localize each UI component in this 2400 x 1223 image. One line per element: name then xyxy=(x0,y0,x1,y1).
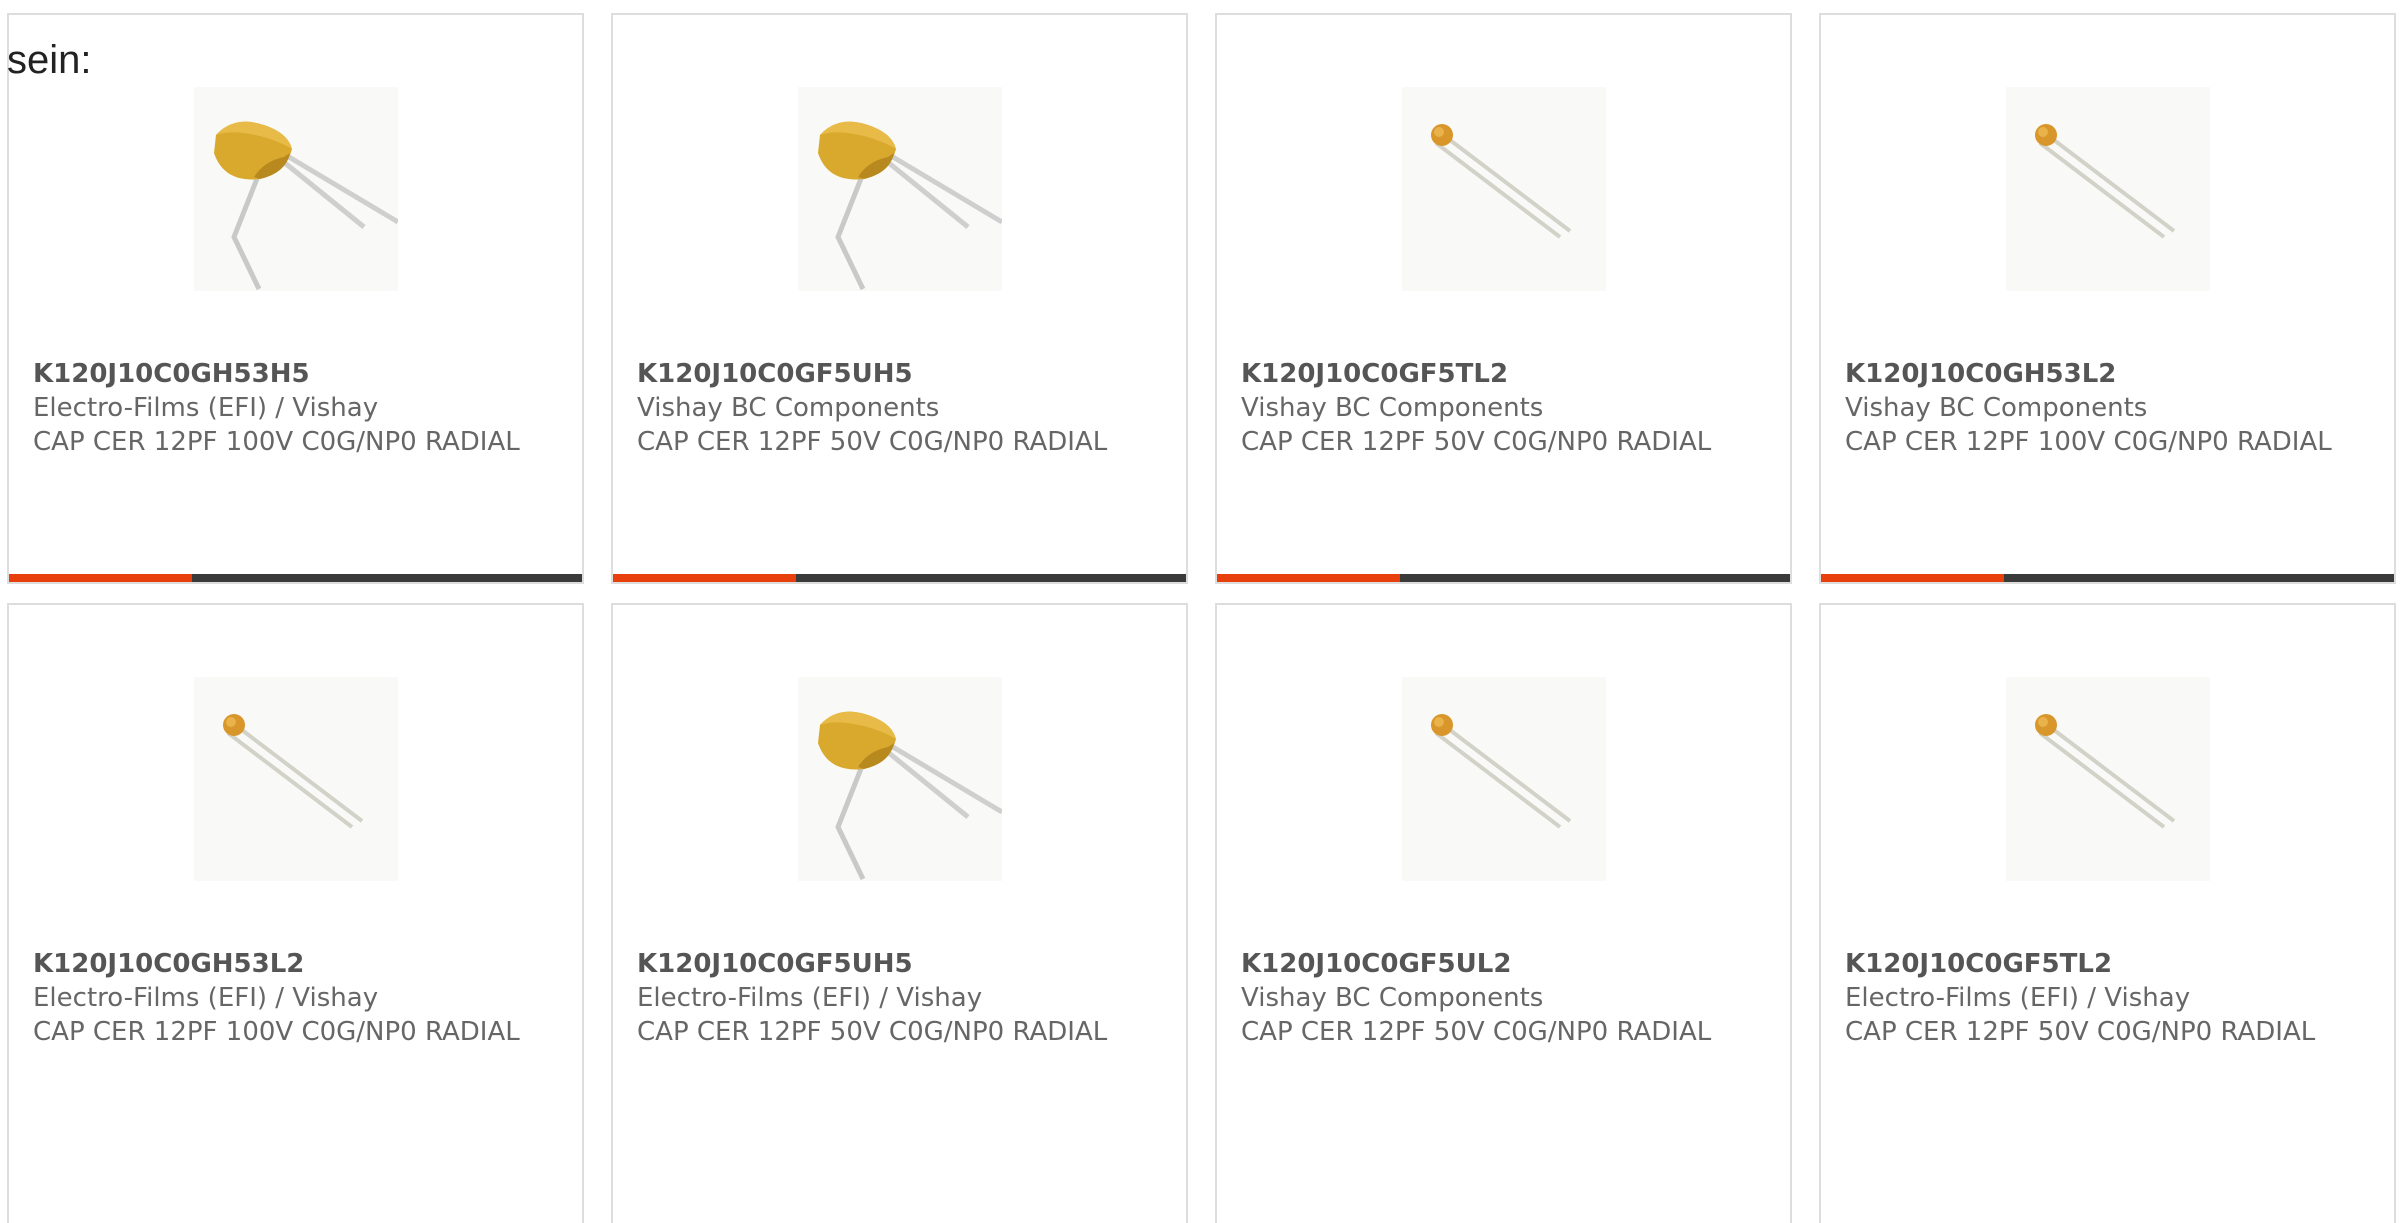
description: CAP CER 12PF 50V C0G/NP0 RADIAL xyxy=(637,1017,1108,1047)
product-info: K120J10C0GF5TL2 Electro-Films (EFI) / Vi… xyxy=(1845,947,2375,1049)
product-card[interactable]: K120J10C0GF5UH5 Electro-Films (EFI) / Vi… xyxy=(611,603,1188,1223)
progress-bar xyxy=(1821,574,2394,582)
progress-fill xyxy=(9,574,193,582)
description: CAP CER 12PF 100V C0G/NP0 RADIAL xyxy=(1845,427,2332,457)
product-info: K120J10C0GF5UL2 Vishay BC Components CAP… xyxy=(1241,947,1771,1049)
product-card[interactable]: K120J10C0GH53L2 Electro-Films (EFI) / Vi… xyxy=(7,603,584,1223)
manufacturer: Vishay BC Components xyxy=(1241,983,1544,1013)
description: CAP CER 12PF 50V C0G/NP0 RADIAL xyxy=(1845,1017,2316,1047)
product-card[interactable]: K120J10C0GF5TL2 Vishay BC Components CAP… xyxy=(1215,13,1792,584)
progress-bar xyxy=(1217,574,1790,582)
manufacturer: Vishay BC Components xyxy=(1845,393,2148,423)
manufacturer: Electro-Films (EFI) / Vishay xyxy=(33,983,379,1013)
part-number[interactable]: K120J10C0GF5UL2 xyxy=(1241,947,1771,981)
description: CAP CER 12PF 50V C0G/NP0 RADIAL xyxy=(637,427,1108,457)
product-info: K120J10C0GF5UH5 Electro-Films (EFI) / Vi… xyxy=(637,947,1167,1049)
product-image[interactable] xyxy=(194,87,398,291)
small-radial-capacitor-icon xyxy=(2035,124,2176,239)
product-image[interactable] xyxy=(1402,677,1606,881)
product-image[interactable] xyxy=(2006,677,2210,881)
product-info: K120J10C0GF5UH5 Vishay BC Components CAP… xyxy=(637,357,1167,459)
product-info: K120J10C0GH53H5 Electro-Films (EFI) / Vi… xyxy=(33,357,563,459)
manufacturer: Electro-Films (EFI) / Vishay xyxy=(637,983,983,1013)
description: CAP CER 12PF 100V C0G/NP0 RADIAL xyxy=(33,427,520,457)
product-image[interactable] xyxy=(194,677,398,881)
large-radial-capacitor-icon xyxy=(818,711,1002,881)
description: CAP CER 12PF 100V C0G/NP0 RADIAL xyxy=(33,1017,520,1047)
part-number[interactable]: K120J10C0GF5TL2 xyxy=(1845,947,2375,981)
product-card[interactable]: K120J10C0GH53L2 Vishay BC Components CAP… xyxy=(1819,13,2396,584)
manufacturer: Vishay BC Components xyxy=(637,393,940,423)
intro-text: sein: xyxy=(7,38,92,82)
product-image[interactable] xyxy=(798,677,1002,881)
part-number[interactable]: K120J10C0GH53H5 xyxy=(33,357,563,391)
part-number[interactable]: K120J10C0GF5TL2 xyxy=(1241,357,1771,391)
small-radial-capacitor-icon xyxy=(1431,714,1572,829)
large-radial-capacitor-icon xyxy=(818,121,1002,291)
part-number[interactable]: K120J10C0GF5UH5 xyxy=(637,357,1167,391)
part-number[interactable]: K120J10C0GH53L2 xyxy=(33,947,563,981)
product-card[interactable]: K120J10C0GF5UH5 Vishay BC Components CAP… xyxy=(611,13,1188,584)
description: CAP CER 12PF 50V C0G/NP0 RADIAL xyxy=(1241,427,1712,457)
product-info: K120J10C0GF5TL2 Vishay BC Components CAP… xyxy=(1241,357,1771,459)
progress-bar xyxy=(9,574,582,582)
product-card[interactable]: K120J10C0GF5TL2 Electro-Films (EFI) / Vi… xyxy=(1819,603,2396,1223)
small-radial-capacitor-icon xyxy=(223,714,364,829)
description: CAP CER 12PF 50V C0G/NP0 RADIAL xyxy=(1241,1017,1712,1047)
product-card[interactable]: K120J10C0GH53H5 Electro-Films (EFI) / Vi… xyxy=(7,13,584,584)
progress-fill xyxy=(1821,574,2005,582)
small-radial-capacitor-icon xyxy=(1431,124,1572,239)
product-grid: K120J10C0GH53H5 Electro-Films (EFI) / Vi… xyxy=(0,0,2400,1223)
product-info: K120J10C0GH53L2 Electro-Films (EFI) / Vi… xyxy=(33,947,563,1049)
progress-fill xyxy=(1217,574,1401,582)
large-radial-capacitor-icon xyxy=(214,121,398,291)
product-card[interactable]: K120J10C0GF5UL2 Vishay BC Components CAP… xyxy=(1215,603,1792,1223)
part-number[interactable]: K120J10C0GH53L2 xyxy=(1845,357,2375,391)
progress-fill xyxy=(613,574,797,582)
manufacturer: Electro-Films (EFI) / Vishay xyxy=(1845,983,2191,1013)
manufacturer: Vishay BC Components xyxy=(1241,393,1544,423)
part-number[interactable]: K120J10C0GF5UH5 xyxy=(637,947,1167,981)
small-radial-capacitor-icon xyxy=(2035,714,2176,829)
product-image[interactable] xyxy=(2006,87,2210,291)
product-image[interactable] xyxy=(1402,87,1606,291)
product-image[interactable] xyxy=(798,87,1002,291)
manufacturer: Electro-Films (EFI) / Vishay xyxy=(33,393,379,423)
progress-bar xyxy=(613,574,1186,582)
product-info: K120J10C0GH53L2 Vishay BC Components CAP… xyxy=(1845,357,2375,459)
